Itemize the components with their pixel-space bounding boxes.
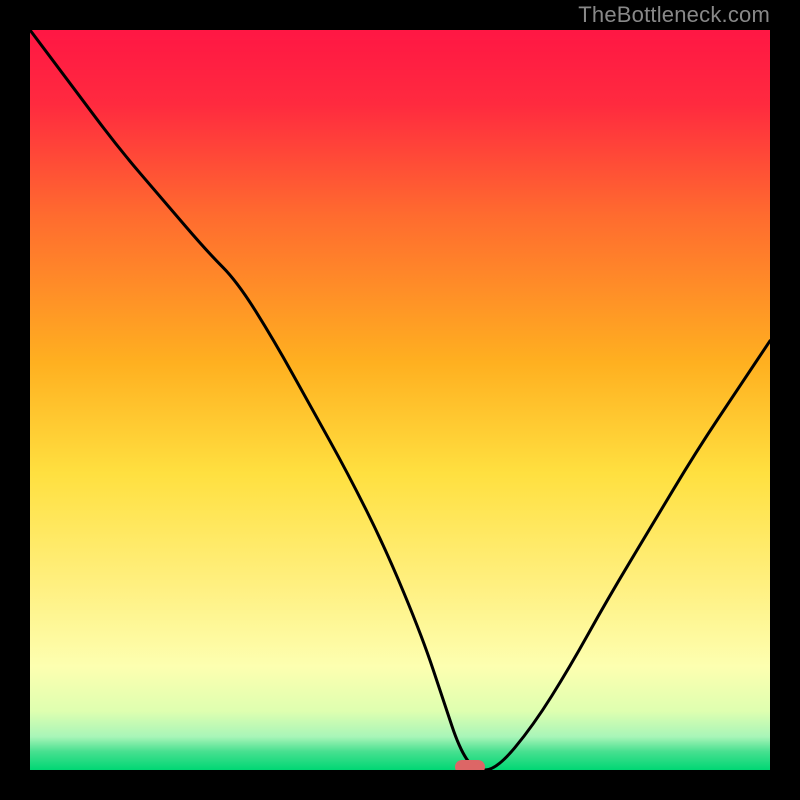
plot-area [30, 30, 770, 770]
chart-frame: TheBottleneck.com [0, 0, 800, 800]
optimum-marker [455, 760, 485, 770]
watermark-text: TheBottleneck.com [578, 2, 770, 28]
bottleneck-curve [30, 30, 770, 770]
